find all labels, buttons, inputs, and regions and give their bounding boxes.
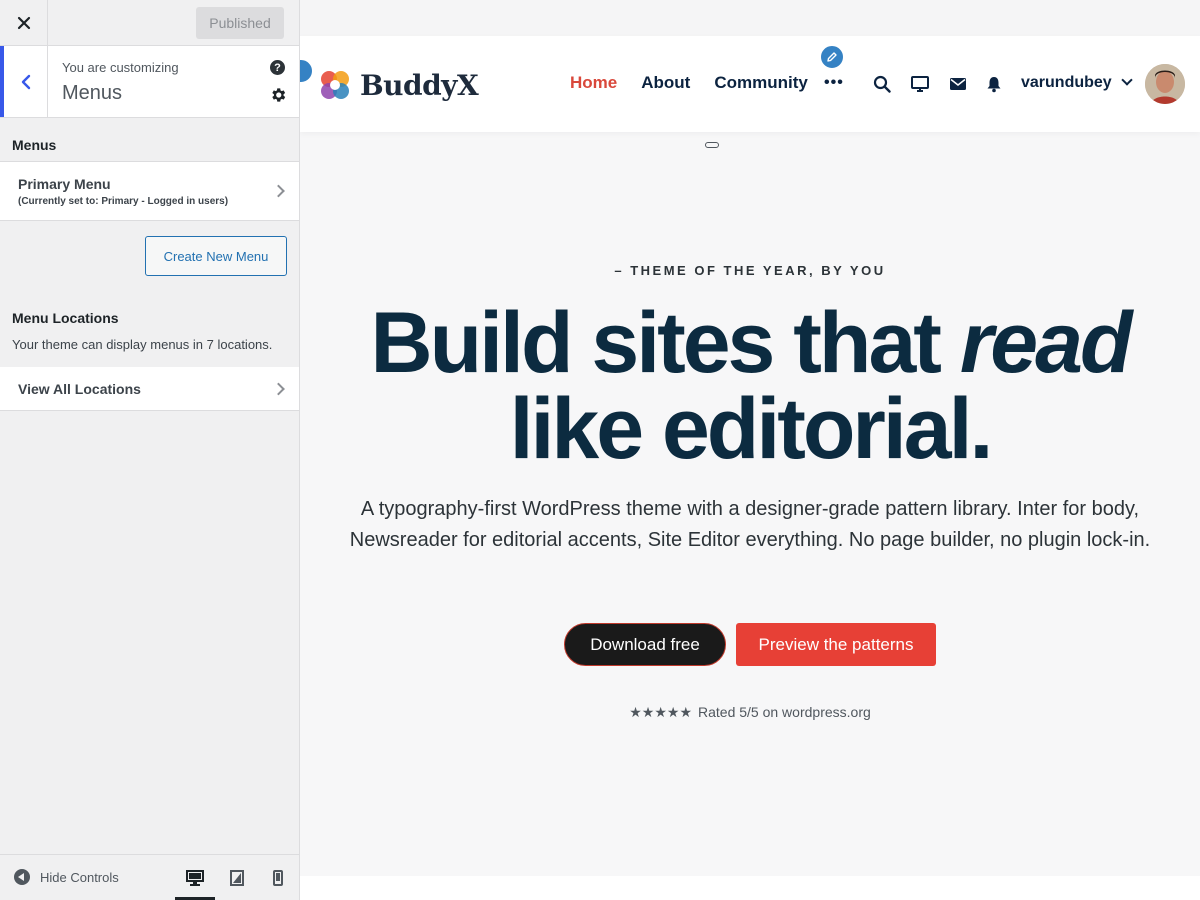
view-all-locations-label: View All Locations [18,381,141,397]
customizer-footer: Hide Controls [0,854,299,900]
back-button[interactable] [0,46,48,117]
menu-locations-heading: Menu Locations [12,310,119,326]
site-preview: BuddyX Home About Community ••• varundub… [300,0,1200,900]
site-logo[interactable]: BuddyX [316,66,479,104]
gear-icon[interactable] [269,86,287,104]
pencil-icon [827,52,837,62]
hero-title: Build sites that read like editorial. [300,300,1200,472]
star-rating-icon: ★★★★★ [629,704,692,720]
hero-title-italic: read [959,295,1133,391]
hide-controls-label: Hide Controls [40,869,119,885]
monitor-icon[interactable] [910,74,930,94]
desktop-icon [186,870,204,886]
rating-text: Rated 5/5 on wordpress.org [698,704,871,720]
preview-top-strip [300,0,1200,36]
nav-link-community[interactable]: Community [714,73,808,93]
hero-description: A typography-first WordPress theme with … [349,498,1151,551]
collapse-icon [14,869,30,885]
section-title-block: You are customizing Menus ? [0,46,299,118]
chevron-right-icon [272,184,285,198]
close-customizer-button[interactable] [0,0,48,46]
customizing-label: You are customizing [62,60,179,75]
tablet-icon [230,870,244,886]
create-new-menu-button[interactable]: Create New Menu [145,236,287,276]
mobile-icon [273,870,283,886]
section-name: Menus [62,82,123,104]
menu-card-title: Primary Menu [18,176,111,192]
edit-shortcut-logo[interactable] [300,58,314,84]
mail-icon[interactable] [948,74,968,94]
close-icon [17,16,30,30]
view-all-locations-button[interactable]: View All Locations [0,367,299,411]
preview-patterns-button[interactable]: Preview the patterns [736,623,936,666]
chevron-left-icon [21,74,30,89]
nav-more-button[interactable]: ••• [824,74,844,92]
chevron-down-icon[interactable] [1121,74,1133,86]
menu-card-subtitle: (Currently set to: Primary - Logged in u… [18,196,229,207]
search-icon[interactable] [872,74,892,94]
rating: ★★★★★ Rated 5/5 on wordpress.org [300,704,1200,721]
preview-desktop-button[interactable] [175,855,215,900]
hero-title-part1: Build sites that [370,295,960,391]
site-title: BuddyX [360,68,479,102]
customizer-header: Published [0,0,299,46]
avatar-image [1145,64,1185,104]
next-section [300,876,1200,900]
buddyx-logo-icon [321,71,349,99]
nav-link-home[interactable]: Home [570,73,617,93]
bell-icon[interactable] [984,74,1004,94]
help-icon[interactable]: ? [270,60,285,75]
menu-locations-description: Your theme can display menus in 7 locati… [12,337,273,352]
published-button[interactable]: Published [196,7,284,39]
hide-controls-button[interactable]: Hide Controls [14,869,119,885]
chevron-right-icon [272,382,285,395]
primary-nav: Home About Community [570,73,808,93]
user-avatar[interactable] [1145,64,1185,104]
preview-mobile-button[interactable] [258,855,298,900]
menu-card-primary[interactable]: Primary Menu (Currently set to: Primary … [0,161,299,221]
download-free-button[interactable]: Download free [564,623,726,666]
menus-heading: Menus [12,137,57,153]
edit-shortcut-menu[interactable] [819,44,845,70]
hero-kicker: – THEME OF THE YEAR, BY YOU [614,263,886,278]
site-header: BuddyX Home About Community ••• varundub… [300,36,1200,132]
user-menu-name[interactable]: varundubey [1021,74,1112,92]
hero-title-part2: like editorial. [509,381,994,477]
section-drag-handle[interactable] [705,142,719,148]
customizer-sidebar: Published You are customizing Menus ? Me… [0,0,300,900]
preview-tablet-button[interactable] [217,855,257,900]
nav-link-about[interactable]: About [641,73,690,93]
